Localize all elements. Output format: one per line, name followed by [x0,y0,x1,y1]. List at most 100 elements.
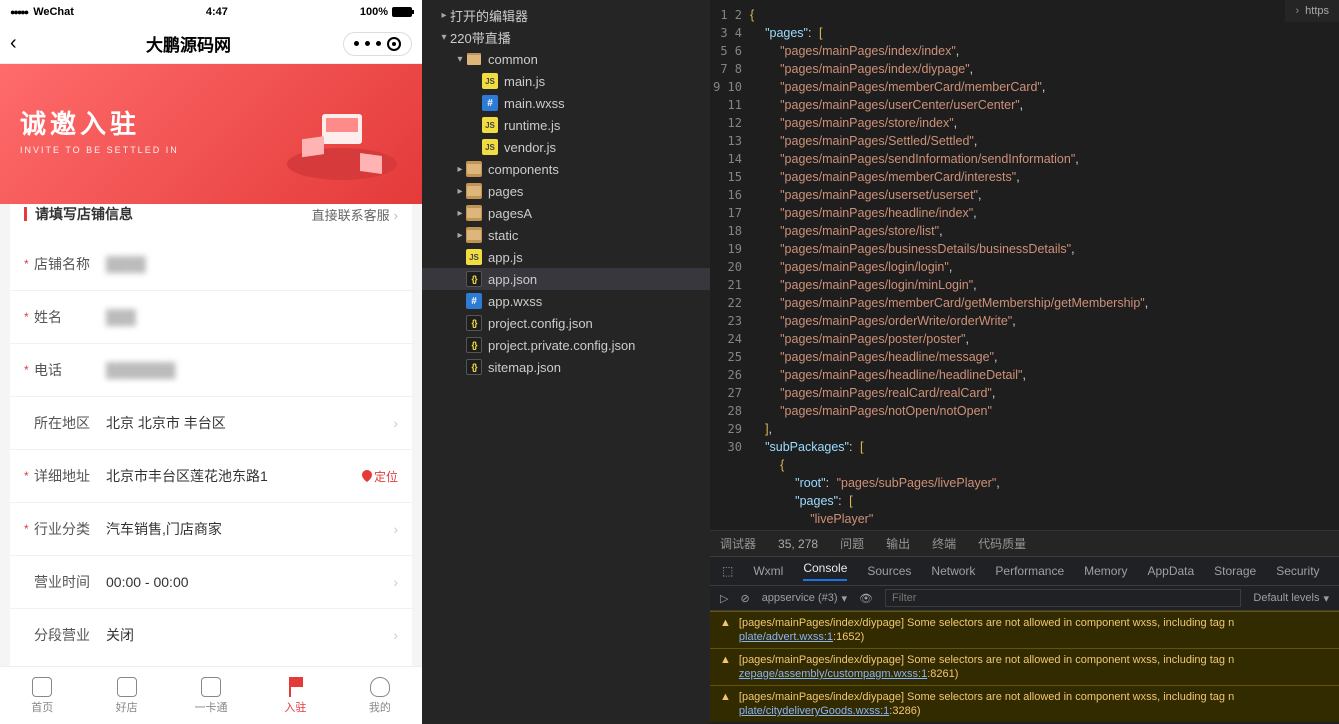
folder-icon [466,227,482,243]
clock-label: 4:47 [74,6,360,18]
devtools-tab-storage[interactable]: Storage [1214,564,1256,578]
console-warning[interactable]: ▲[pages/mainPages/index/diypage] Some se… [710,648,1339,685]
devtools-tab-security[interactable]: Security [1276,564,1319,578]
panel-tab-codequality[interactable]: 代码质量 [978,535,1026,552]
dot-icon [376,41,381,46]
folder-icon [466,183,482,199]
page-title: 大鹏源码网 [34,31,343,56]
chevron-right-icon: › [393,574,398,590]
tree-item-project-private-config-json[interactable]: project.private.config.json [422,334,710,356]
filter-input[interactable] [885,589,1241,607]
panel-tab-terminal[interactable]: 终端 [932,535,956,552]
tree-item-runtime-js[interactable]: runtime.js [422,114,710,136]
js-icon [482,117,498,133]
context-selector[interactable]: appservice (#3)▾ [762,592,847,605]
devtools-tab-performance[interactable]: Performance [995,564,1064,578]
line-numbers: 1 2 3 4 5 6 7 8 9 10 11 12 13 14 15 16 1… [710,0,750,530]
devtools-tab-network[interactable]: Network [931,564,975,578]
row-area[interactable]: 所在地区北京 北京市 丰台区› [10,397,412,450]
tree-item-pagesA[interactable]: ▸pagesA [422,202,710,224]
chevron-right-icon: › [1295,5,1299,17]
panel-tab-debugger[interactable]: 调试器 [720,535,756,552]
code-area[interactable]: { "pages": [ "pages/mainPages/index/inde… [750,0,1339,530]
contact-service-link[interactable]: 直接联系客服 [312,205,398,224]
tab-card[interactable]: 一卡通 [169,667,253,724]
carrier-label: WeChat [33,6,74,18]
row-industry[interactable]: *行业分类汽车销售,门店商家› [10,503,412,556]
tree-item-vendor-js[interactable]: vendor.js [422,136,710,158]
tab-bar: 首页 好店 一卡通 入驻 我的 [0,666,422,724]
row-address[interactable]: *详细地址北京市丰台区莲花池东路1定位 [10,450,412,503]
source-link[interactable]: plate/citydeliveryGoods.wxss:1 [739,705,889,717]
console-warning[interactable]: ▲[pages/mainPages/index/diypage] Some se… [710,611,1339,648]
wxss-icon [466,293,482,309]
tree-item-pages[interactable]: ▸pages [422,180,710,202]
tree-item-app-wxss[interactable]: app.wxss [422,290,710,312]
signal-dots-icon [10,6,33,18]
hero-illustration-icon [282,94,402,184]
card-icon [201,677,221,697]
row-phone[interactable]: *电话███████ [10,344,412,397]
tab-me[interactable]: 我的 [338,667,422,724]
breadcrumb[interactable]: ›https [1285,0,1339,22]
dot-icon [365,41,370,46]
js-icon [466,249,482,265]
row-name[interactable]: *姓名███ [10,291,412,344]
wxss-icon [482,95,498,111]
dot-icon [354,41,359,46]
panel-tab-output[interactable]: 输出 [886,535,910,552]
panel-tab-problems[interactable]: 问题 [840,535,864,552]
devtools-tab-memory[interactable]: Memory [1084,564,1127,578]
inspect-icon[interactable]: ⬚ [722,564,733,578]
accent-bar-icon [24,207,27,221]
file-explorer[interactable]: ▸打开的编辑器 ▾220带直播 ▾commonmain.jsmain.wxssr… [422,0,710,724]
eye-icon[interactable]: 👁 [859,592,873,605]
js-icon [482,73,498,89]
store-icon [117,677,137,697]
console-warning[interactable]: ▲[pages/mainPages/index/diypage] Some se… [710,685,1339,722]
tree-item-components[interactable]: ▸components [422,158,710,180]
tree-item-app-json[interactable]: app.json [422,268,710,290]
tree-item-static[interactable]: ▸static [422,224,710,246]
row-hours[interactable]: 营业时间00:00 - 00:00› [10,556,412,609]
tab-home[interactable]: 首页 [0,667,84,724]
explorer-section-open-editors[interactable]: ▸打开的编辑器 [422,4,710,26]
tree-item-common[interactable]: ▾common [422,48,710,70]
chevron-right-icon: › [393,415,398,431]
console-log-list[interactable]: ▲[pages/mainPages/index/diypage] Some se… [710,611,1339,724]
flag-icon [285,677,305,697]
json-icon [466,271,482,287]
devtools-tab-console[interactable]: Console [803,561,847,581]
row-segment[interactable]: 分段营业关闭› [10,609,412,661]
tree-item-main-js[interactable]: main.js [422,70,710,92]
phone-statusbar: WeChat 4:47 100% [0,0,422,24]
locate-button[interactable]: 定位 [362,468,398,485]
source-link[interactable]: zepage/assembly/custompagm.wxss:1 [739,668,927,680]
folder-icon [466,51,482,67]
battery-label: 100% [360,6,388,18]
explorer-root[interactable]: ▾220带直播 [422,26,710,48]
tab-settle[interactable]: 入驻 [253,667,337,724]
devtools-tab-appdata[interactable]: AppData [1147,564,1194,578]
clear-icon[interactable]: ⊘ [740,592,749,605]
json-icon [466,337,482,353]
tab-shops[interactable]: 好店 [84,667,168,724]
code-editor[interactable]: 1 2 3 4 5 6 7 8 9 10 11 12 13 14 15 16 1… [710,0,1339,530]
source-link[interactable]: plate/advert.wxss:1 [739,631,833,643]
phone-simulator: WeChat 4:47 100% ‹ 大鹏源码网 诚邀入驻 INVITE TO … [0,0,422,724]
tree-item-project-config-json[interactable]: project.config.json [422,312,710,334]
row-shop-name[interactable]: *店铺名称████ [10,238,412,291]
target-icon [387,37,401,51]
folder-icon [466,161,482,177]
back-icon[interactable]: ‹ [10,32,34,55]
capsule-menu[interactable] [343,32,412,56]
levels-selector[interactable]: Default levels ▾ [1253,592,1329,605]
tree-item-sitemap-json[interactable]: sitemap.json [422,356,710,378]
hero-banner: 诚邀入驻 INVITE TO BE SETTLED IN [0,64,422,204]
tree-item-main-wxss[interactable]: main.wxss [422,92,710,114]
chevron-down-icon: ▾ [842,592,848,605]
devtools-tab-wxml[interactable]: Wxml [753,564,783,578]
stop-icon[interactable]: ▷ [720,592,728,605]
tree-item-app-js[interactable]: app.js [422,246,710,268]
devtools-tab-sources[interactable]: Sources [867,564,911,578]
